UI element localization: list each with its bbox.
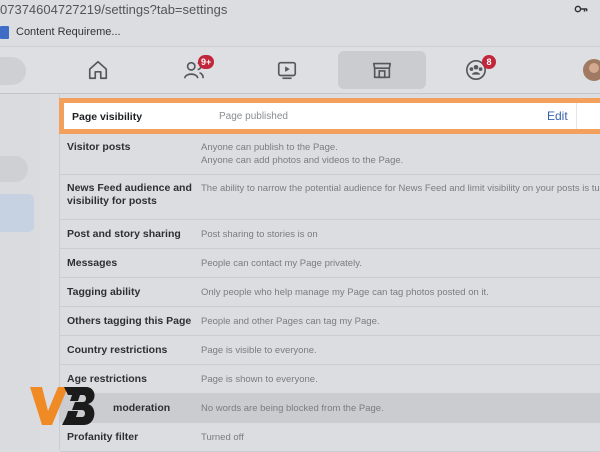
row-label: moderation	[113, 402, 171, 414]
home-icon	[88, 60, 108, 80]
settings-row-visitor-posts[interactable]: Visitor posts Anyone can publish to the …	[60, 134, 600, 175]
nav-marketplace[interactable]	[338, 51, 426, 89]
row-value: Page is visible to everyone.	[201, 345, 317, 356]
friends-badge: 9+	[198, 55, 215, 69]
sidebar-item-active[interactable]	[0, 194, 34, 232]
settings-row-profanity-filter[interactable]: Profanity filter Turned off	[60, 423, 600, 452]
watermark-logo	[30, 387, 95, 425]
row-label: Country restrictions	[67, 344, 168, 356]
settings-row-news-feed-audience[interactable]: News Feed audience and visibility for po…	[60, 175, 600, 220]
top-navigation: 9+ 8	[0, 47, 600, 94]
row-value: Only people who help manage my Page can …	[201, 287, 489, 298]
row-label: Page visibility	[72, 111, 143, 123]
search-box[interactable]	[0, 57, 26, 85]
row-value: People and other Pages can tag my Page.	[201, 316, 380, 327]
row-label: News Feed audience and	[67, 182, 192, 194]
settings-row-page-visibility-highlighted[interactable]: Page visibility Page published Edit	[59, 98, 600, 134]
row-label: Messages	[67, 257, 118, 269]
address-bar[interactable]: 07374604727219/settings?tab=settings	[0, 0, 600, 21]
settings-row-country-restrictions[interactable]: Country restrictions Page is visible to …	[60, 336, 600, 365]
settings-row-page-moderation[interactable]: moderation No words are being blocked fr…	[60, 394, 600, 423]
row-value: Anyone can publish to the Page.	[201, 142, 338, 153]
groups-badge: 8	[482, 55, 496, 69]
nav-home[interactable]	[54, 51, 142, 89]
watch-video-icon	[277, 61, 297, 80]
nav-groups[interactable]: 8	[432, 51, 520, 89]
bookmark-content-requirements[interactable]: Content Requireme...	[16, 26, 121, 38]
row-label: Others tagging this Page	[67, 315, 192, 327]
row-value: The ability to narrow the potential audi…	[201, 183, 600, 194]
google-docs-icon[interactable]	[0, 26, 9, 39]
row-label: Post and story sharing	[67, 228, 181, 240]
url-text[interactable]: 07374604727219/settings?tab=settings	[0, 2, 227, 17]
marketplace-store-icon	[372, 62, 392, 79]
row-value: People can contact my Page privately.	[201, 258, 362, 269]
nav-watch[interactable]	[243, 51, 331, 89]
bookmarks-bar: Content Requireme...	[0, 20, 600, 47]
settings-row-post-story-sharing[interactable]: Post and story sharing Post sharing to s…	[60, 220, 600, 249]
edit-link[interactable]: Edit	[547, 109, 568, 123]
row-value: Turned off	[201, 432, 244, 443]
row-value: Post sharing to stories is on	[201, 229, 318, 240]
row-value: Page published	[219, 111, 288, 122]
page-settings-list: Visitor posts Anyone can publish to the …	[59, 94, 600, 452]
divider	[576, 103, 577, 129]
row-label-secondary: visibility for posts	[67, 195, 157, 207]
profile-avatar[interactable]	[583, 59, 600, 81]
nav-friends[interactable]: 9+	[150, 51, 238, 89]
highlight-inner: Page visibility Page published Edit	[64, 103, 600, 129]
row-label: Tagging ability	[67, 286, 141, 298]
settings-row-age-restrictions[interactable]: Age restrictions Page is shown to everyo…	[60, 365, 600, 394]
row-value-secondary: Anyone can add photos and videos to the …	[201, 155, 404, 166]
sidebar-search[interactable]	[0, 156, 28, 182]
row-label: Visitor posts	[67, 141, 131, 153]
settings-row-others-tagging[interactable]: Others tagging this Page People and othe…	[60, 307, 600, 336]
row-label: Profanity filter	[67, 431, 139, 443]
row-value: No words are being blocked from the Page…	[201, 403, 384, 414]
key-icon[interactable]	[574, 2, 588, 16]
settings-row-messages[interactable]: Messages People can contact my Page priv…	[60, 249, 600, 278]
settings-row-tagging-ability[interactable]: Tagging ability Only people who help man…	[60, 278, 600, 307]
row-value: Page is shown to everyone.	[201, 374, 318, 385]
